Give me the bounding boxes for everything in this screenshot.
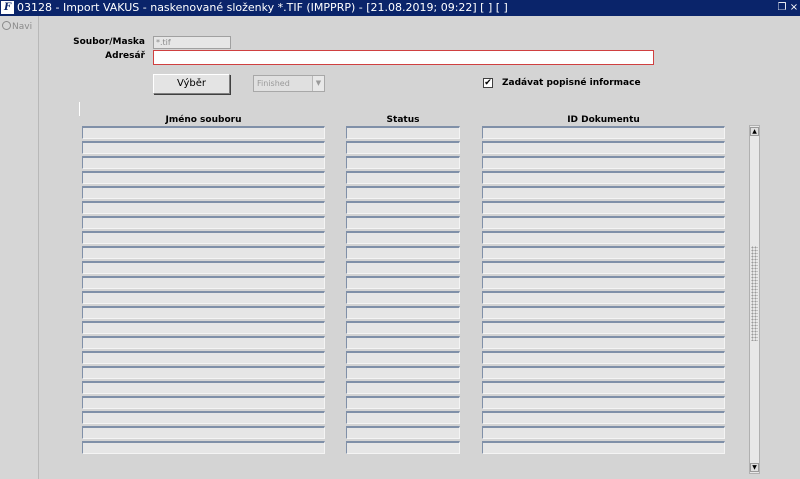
window-titlebar: F 03128 - Import VAKUS - naskenované slo… xyxy=(0,0,800,16)
status-cell[interactable] xyxy=(346,276,460,289)
filename-column xyxy=(82,126,325,456)
status-cell[interactable] xyxy=(346,291,460,304)
status-cell[interactable] xyxy=(346,141,460,154)
filename-cell[interactable] xyxy=(82,351,325,364)
status-select-value: Finished xyxy=(257,79,290,88)
filename-cell[interactable] xyxy=(82,156,325,169)
status-cell[interactable] xyxy=(346,171,460,184)
window-title: 03128 - Import VAKUS - naskenované slože… xyxy=(17,1,508,14)
document-id-cell[interactable] xyxy=(482,351,725,364)
vertical-scrollbar[interactable]: ▲ ▼ xyxy=(749,125,760,474)
document-id-cell[interactable] xyxy=(482,126,725,139)
status-cell[interactable] xyxy=(346,231,460,244)
status-cell[interactable] xyxy=(346,336,460,349)
document-id-cell[interactable] xyxy=(482,261,725,274)
navigator-pane: Navi xyxy=(0,16,39,479)
status-cell[interactable] xyxy=(346,381,460,394)
app-icon: F xyxy=(1,1,14,14)
scroll-up-icon[interactable]: ▲ xyxy=(750,127,759,136)
status-cell[interactable] xyxy=(346,306,460,319)
document-id-cell[interactable] xyxy=(482,321,725,334)
status-cell[interactable] xyxy=(346,426,460,439)
document-id-cell[interactable] xyxy=(482,156,725,169)
filename-cell[interactable] xyxy=(82,321,325,334)
document-id-cell[interactable] xyxy=(482,171,725,184)
divider xyxy=(79,102,80,116)
scroll-grip[interactable] xyxy=(751,246,758,341)
status-cell[interactable] xyxy=(346,246,460,259)
filename-cell[interactable] xyxy=(82,141,325,154)
navigator-label: Navi xyxy=(12,22,33,32)
status-cell[interactable] xyxy=(346,321,460,334)
filename-cell[interactable] xyxy=(82,381,325,394)
mask-field[interactable]: *.tif xyxy=(153,36,231,49)
filename-cell[interactable] xyxy=(82,441,325,454)
document-id-cell[interactable] xyxy=(482,381,725,394)
document-id-cell[interactable] xyxy=(482,216,725,229)
describe-info-label: Zadávat popisné informace xyxy=(502,78,641,88)
document-id-cell[interactable] xyxy=(482,141,725,154)
status-select[interactable]: Finished ▼ xyxy=(253,75,325,92)
status-cell[interactable] xyxy=(346,216,460,229)
filename-cell[interactable] xyxy=(82,186,325,199)
document-id-cell[interactable] xyxy=(482,366,725,379)
select-button[interactable]: Výběr xyxy=(153,74,230,94)
filename-cell[interactable] xyxy=(82,201,325,214)
directory-field[interactable] xyxy=(153,50,654,65)
filename-cell[interactable] xyxy=(82,336,325,349)
describe-info-checkbox[interactable]: ✔ xyxy=(483,78,493,88)
status-cell[interactable] xyxy=(346,201,460,214)
chevron-down-icon: ▼ xyxy=(312,76,324,91)
document-id-cell[interactable] xyxy=(482,411,725,424)
directory-label: Adresář xyxy=(105,51,145,61)
document-id-cell[interactable] xyxy=(482,186,725,199)
status-cell[interactable] xyxy=(346,156,460,169)
form-area: Soubor/Maska *.tif Adresář Výběr Finishe… xyxy=(39,16,800,479)
document-id-cell[interactable] xyxy=(482,201,725,214)
status-cell[interactable] xyxy=(346,351,460,364)
filename-cell[interactable] xyxy=(82,426,325,439)
status-cell[interactable] xyxy=(346,126,460,139)
navigator-tab[interactable]: Navi xyxy=(2,21,32,32)
filename-cell[interactable] xyxy=(82,396,325,409)
document-id-cell[interactable] xyxy=(482,426,725,439)
document-id-cell[interactable] xyxy=(482,336,725,349)
mask-label: Soubor/Maska xyxy=(73,37,145,47)
close-window-icon[interactable]: × xyxy=(788,0,800,16)
column-header-status: Status xyxy=(386,115,420,125)
filename-cell[interactable] xyxy=(82,216,325,229)
document-id-cell[interactable] xyxy=(482,231,725,244)
filename-cell[interactable] xyxy=(82,126,325,139)
filename-cell[interactable] xyxy=(82,261,325,274)
document-id-column xyxy=(482,126,725,456)
column-header-filename: Jméno souboru xyxy=(165,115,242,125)
filename-cell[interactable] xyxy=(82,366,325,379)
filename-cell[interactable] xyxy=(82,306,325,319)
status-cell[interactable] xyxy=(346,441,460,454)
filename-cell[interactable] xyxy=(82,276,325,289)
status-column xyxy=(346,126,460,456)
status-cell[interactable] xyxy=(346,186,460,199)
document-id-cell[interactable] xyxy=(482,276,725,289)
status-cell[interactable] xyxy=(346,261,460,274)
filename-cell[interactable] xyxy=(82,171,325,184)
restore-window-icon[interactable]: ❐ xyxy=(776,0,788,16)
status-cell[interactable] xyxy=(346,396,460,409)
document-id-cell[interactable] xyxy=(482,246,725,259)
navigator-icon xyxy=(2,21,11,30)
filename-cell[interactable] xyxy=(82,291,325,304)
scroll-down-icon[interactable]: ▼ xyxy=(750,463,759,472)
document-id-cell[interactable] xyxy=(482,396,725,409)
status-cell[interactable] xyxy=(346,366,460,379)
document-id-cell[interactable] xyxy=(482,441,725,454)
filename-cell[interactable] xyxy=(82,411,325,424)
document-id-cell[interactable] xyxy=(482,306,725,319)
filename-cell[interactable] xyxy=(82,246,325,259)
column-header-document-id: ID Dokumentu xyxy=(567,115,640,125)
filename-cell[interactable] xyxy=(82,231,325,244)
status-cell[interactable] xyxy=(346,411,460,424)
document-id-cell[interactable] xyxy=(482,291,725,304)
